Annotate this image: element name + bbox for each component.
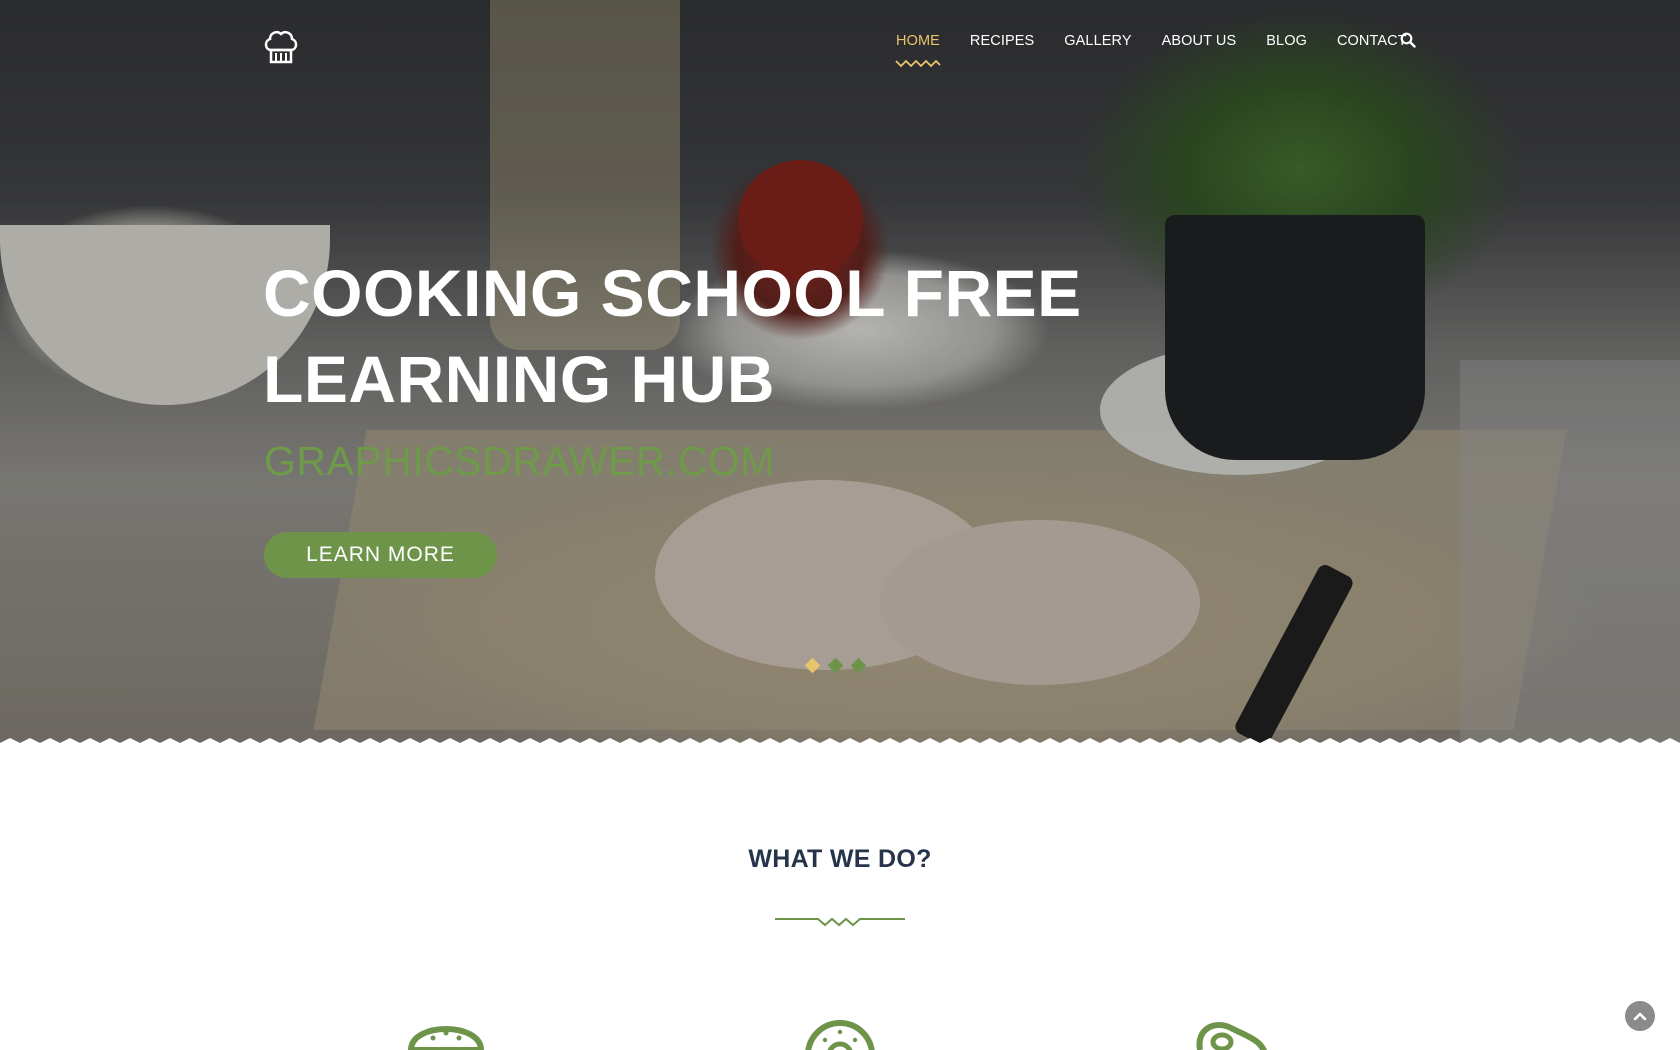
search-icon[interactable] <box>1400 32 1416 48</box>
chevron-up-icon <box>1633 1012 1647 1021</box>
donut-icon[interactable] <box>795 1010 885 1050</box>
avocado-icon[interactable] <box>1186 1010 1276 1050</box>
slider-dot[interactable] <box>827 657 844 674</box>
slider-dot[interactable] <box>804 657 821 674</box>
slider-dot[interactable] <box>850 657 867 674</box>
nav-contact[interactable]: CONTACT <box>1337 33 1407 49</box>
hero-title-line: COOKING SCHOOL FREE <box>263 256 1082 330</box>
hero-subtitle: GRAPHICSDRAWER.COM <box>264 438 775 484</box>
nav-active-zigzag-icon <box>895 59 941 68</box>
nav-blog[interactable]: BLOG <box>1266 33 1307 49</box>
slider-pagination <box>804 657 867 674</box>
back-to-top-button[interactable] <box>1625 1001 1655 1031</box>
section-title: WHAT WE DO? <box>748 845 932 873</box>
nav-home[interactable]: HOME <box>896 33 940 49</box>
learn-more-button[interactable]: LEARN MORE <box>264 532 497 578</box>
hero-zigzag-edge <box>0 738 1680 752</box>
burger-icon[interactable] <box>401 1010 491 1050</box>
nav-about-us[interactable]: ABOUT US <box>1162 33 1237 49</box>
section-divider-icon <box>775 917 905 927</box>
hero-title: COOKING SCHOOL FREE LEARNING HUB <box>263 250 1163 422</box>
chef-hat-icon[interactable] <box>263 28 299 66</box>
hero-title-line: LEARNING HUB <box>263 342 775 416</box>
hero-slider: HOME RECIPES GALLERY ABOUT US BLOG CONTA… <box>0 0 1680 750</box>
nav-gallery[interactable]: GALLERY <box>1064 33 1131 49</box>
nav-recipes[interactable]: RECIPES <box>970 33 1034 49</box>
main-nav: HOME RECIPES GALLERY ABOUT US BLOG CONTA… <box>896 31 1407 51</box>
